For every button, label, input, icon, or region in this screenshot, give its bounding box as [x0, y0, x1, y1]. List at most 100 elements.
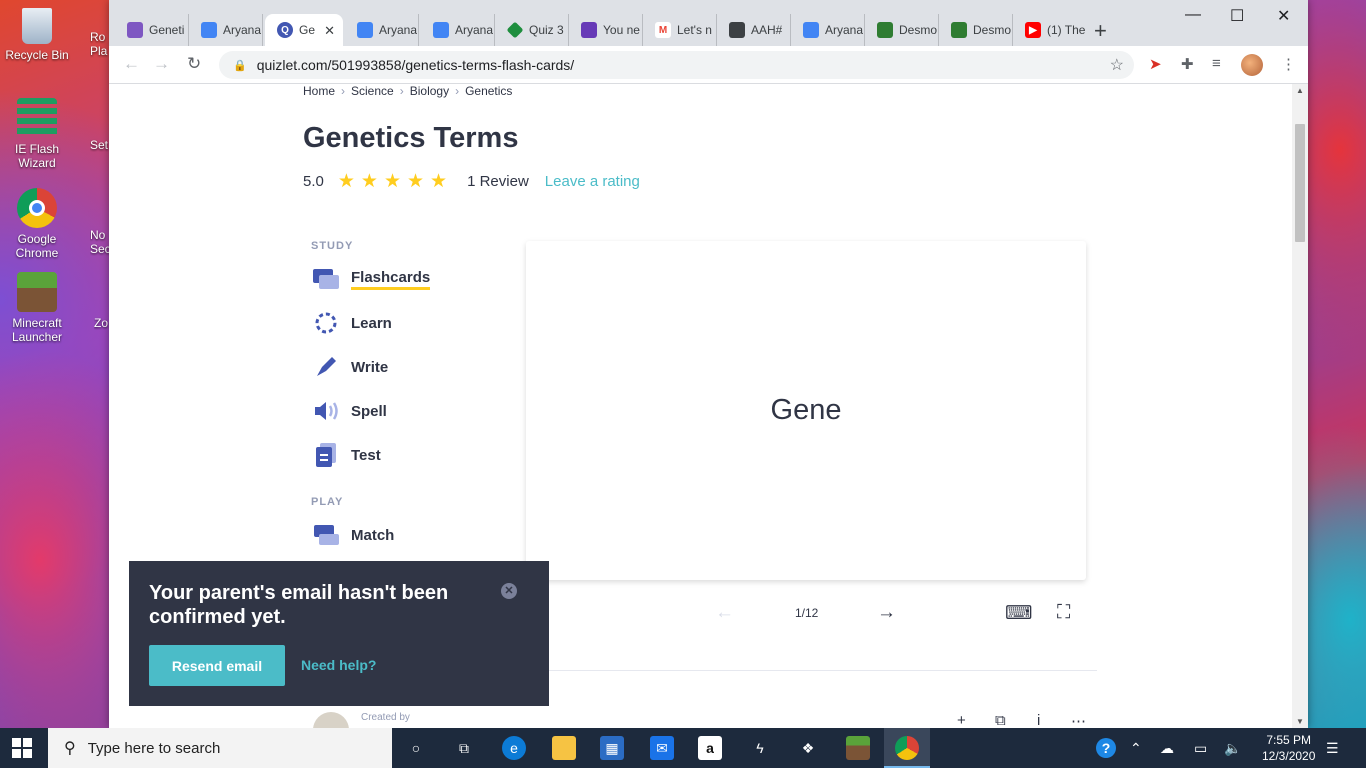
google-chrome-shortcut[interactable]: Google Chrome: [0, 188, 74, 260]
scroll-up-icon[interactable]: ▲: [1296, 86, 1304, 95]
mode-label: Match: [351, 526, 395, 544]
extension-pointer-icon[interactable]: ➤: [1149, 55, 1162, 73]
maximize-icon[interactable]: ☐: [1230, 6, 1244, 26]
tab[interactable]: Desmo: [939, 14, 1013, 46]
new-tab-icon[interactable]: +: [1094, 18, 1107, 44]
star-icon: ★: [337, 171, 355, 192]
mode-test[interactable]: Test: [311, 442, 381, 468]
ie-flash-wizard-shortcut[interactable]: IE Flash Wizard: [0, 98, 74, 170]
mode-label: Test: [351, 446, 381, 464]
leave-rating-link[interactable]: Leave a rating: [545, 173, 640, 190]
breadcrumb-science[interactable]: Science: [351, 84, 394, 98]
info-icon[interactable]: i: [1037, 712, 1040, 728]
page-title: Genetics Terms: [303, 122, 519, 154]
lightning-app-icon[interactable]: ϟ: [748, 736, 772, 760]
clock-time: 7:55 PM: [1266, 733, 1312, 747]
tab[interactable]: Quiz 3: [495, 14, 569, 46]
google-chrome-label: Google Chrome: [15, 232, 59, 260]
minecraft-launcher-shortcut[interactable]: Minecraft Launcher: [0, 272, 74, 344]
mode-match[interactable]: Match: [311, 522, 394, 548]
edge-icon[interactable]: e: [502, 736, 526, 760]
tab[interactable]: Aryana: [189, 14, 263, 46]
tab[interactable]: Aryana: [421, 14, 495, 46]
partial-icon[interactable]: Ro Pla: [90, 30, 110, 58]
keyboard-shortcuts-icon[interactable]: ⌨: [1005, 602, 1032, 625]
minimize-icon[interactable]: —: [1185, 6, 1201, 24]
onedrive-cloud-icon[interactable]: ☁: [1160, 740, 1174, 757]
chrome-taskbar-button[interactable]: [884, 728, 930, 768]
system-clock[interactable]: 7:55 PM 12/3/2020: [1262, 732, 1315, 764]
copy-icon[interactable]: ⧉: [995, 712, 1006, 728]
mode-spell[interactable]: Spell: [311, 398, 387, 424]
tab[interactable]: Desmo: [865, 14, 939, 46]
volume-icon[interactable]: 🔈: [1224, 740, 1241, 757]
need-help-link[interactable]: Need help?: [301, 657, 376, 673]
chrome-taskbar-icon: [895, 736, 919, 760]
more-options-icon[interactable]: ⋯: [1071, 712, 1086, 728]
mode-label: Learn: [351, 314, 392, 332]
battery-icon[interactable]: ▭: [1194, 740, 1207, 757]
flashcard[interactable]: Gene: [526, 241, 1086, 580]
tab[interactable]: M Let's n: [643, 14, 717, 46]
flashcards-icon: [311, 266, 341, 292]
partial-icon[interactable]: No Sec: [90, 228, 110, 256]
breadcrumb-home[interactable]: Home: [303, 84, 335, 98]
tab-active[interactable]: Q Ge ✕: [265, 14, 343, 46]
next-card-arrow-icon[interactable]: →: [877, 602, 896, 624]
breadcrumb-biology[interactable]: Biology: [410, 84, 449, 98]
chrome-icon: [17, 188, 57, 228]
mode-write[interactable]: Write: [311, 354, 388, 380]
amazon-icon[interactable]: a: [698, 736, 722, 760]
star-icon: ★: [360, 171, 378, 192]
more-menu-icon[interactable]: ⋮: [1281, 55, 1296, 73]
action-center-icon[interactable]: ☰: [1326, 740, 1339, 757]
tab[interactable]: Geneti: [115, 14, 189, 46]
tab[interactable]: You ne: [569, 14, 643, 46]
windows-start-icon[interactable]: [12, 738, 32, 758]
desmos-icon: [877, 22, 893, 38]
close-toast-icon[interactable]: ✕: [501, 583, 517, 599]
close-tab-icon[interactable]: ✕: [324, 23, 335, 39]
reload-icon[interactable]: ↻: [187, 54, 201, 74]
speaker-icon: [311, 398, 341, 424]
resend-email-button[interactable]: Resend email: [149, 645, 285, 686]
tab[interactable]: AAH#: [717, 14, 791, 46]
partial-icon[interactable]: Zo: [94, 316, 110, 330]
file-explorer-icon[interactable]: [552, 736, 576, 760]
add-icon[interactable]: +: [957, 712, 966, 728]
taskbar-search-box[interactable]: ⚲ Type here to search: [48, 728, 392, 768]
mail-icon[interactable]: ✉: [650, 736, 674, 760]
created-by-label: Created by: [361, 712, 410, 723]
breadcrumb-genetics[interactable]: Genetics: [465, 84, 512, 98]
minecraft-taskbar-icon[interactable]: [846, 736, 870, 760]
recycle-bin-shortcut[interactable]: Recycle Bin: [0, 8, 74, 62]
mode-flashcards[interactable]: Flashcards: [311, 266, 431, 292]
show-hidden-icons-icon[interactable]: ⌃: [1130, 740, 1142, 757]
store-icon[interactable]: ▦: [600, 736, 624, 760]
dropbox-icon[interactable]: ❖: [796, 736, 820, 760]
partial-icon[interactable]: Set: [90, 138, 110, 152]
scrollbar-thumb[interactable]: [1295, 124, 1305, 242]
media-queue-icon[interactable]: ≡: [1212, 55, 1221, 72]
profile-avatar[interactable]: [1241, 54, 1263, 76]
mode-learn[interactable]: Learn: [311, 310, 392, 336]
address-bar[interactable]: 🔒 quizlet.com/501993858/genetics-terms-f…: [219, 51, 1134, 79]
close-window-icon[interactable]: ✕: [1277, 6, 1290, 26]
bookmark-star-icon[interactable]: ☆: [1110, 55, 1124, 75]
fullscreen-icon[interactable]: ⛶: [1057, 602, 1070, 624]
back-icon[interactable]: ←: [123, 54, 140, 74]
previous-card-arrow-icon[interactable]: ←: [715, 602, 734, 624]
tab[interactable]: ▶ (1) The: [1013, 14, 1087, 46]
help-icon[interactable]: ?: [1096, 738, 1116, 758]
forward-icon[interactable]: →: [153, 54, 170, 74]
learn-icon: [311, 310, 341, 336]
extensions-puzzle-icon[interactable]: ✚: [1181, 55, 1194, 73]
tab[interactable]: Aryana: [345, 14, 419, 46]
scroll-down-icon[interactable]: ▼: [1296, 717, 1304, 726]
page-scrollbar[interactable]: ▲ ▼: [1292, 84, 1308, 728]
task-view-icon[interactable]: ⧉: [452, 736, 476, 760]
card-counter: 1/12: [795, 606, 819, 620]
creator-avatar[interactable]: [313, 712, 349, 728]
tab[interactable]: Aryana: [791, 14, 865, 46]
cortana-icon[interactable]: ○: [404, 736, 428, 760]
